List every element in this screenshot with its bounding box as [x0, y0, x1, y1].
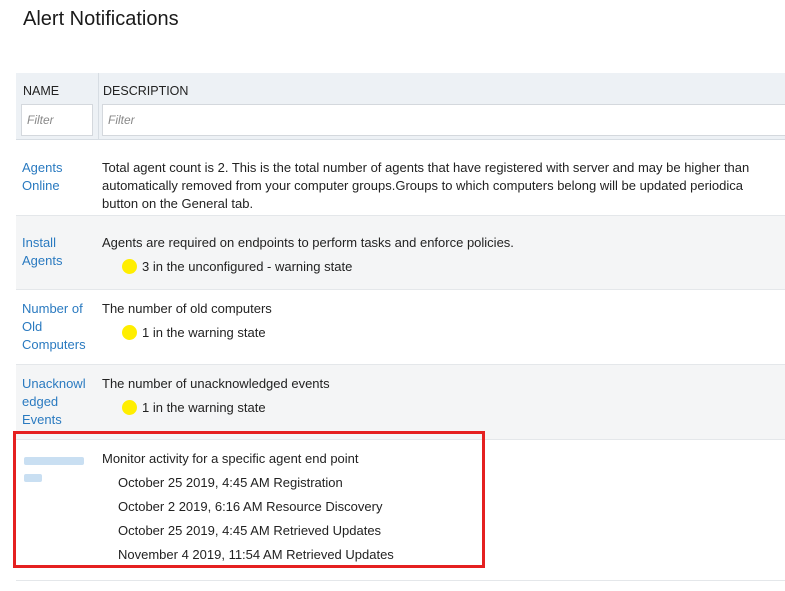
alert-description: The number of old computers 1 in the war… — [102, 300, 785, 350]
status-line: 1 in the warning state — [122, 399, 266, 417]
warning-status-icon — [122, 259, 137, 274]
alert-description: The number of unacknowledged events 1 in… — [102, 375, 785, 425]
alert-name-link[interactable]: Agents Online — [22, 159, 94, 195]
status-text: 1 in the warning state — [142, 400, 266, 415]
alert-name-link[interactable]: Install Agents — [22, 234, 94, 270]
table-row: Monitor activity for a specific agent en… — [16, 440, 785, 581]
alert-description: Total agent count is 2. This is the tota… — [102, 159, 785, 213]
table-row: Agents Online Total agent count is 2. Th… — [16, 140, 785, 216]
redacted-text-blur — [24, 457, 84, 465]
warning-status-icon — [122, 400, 137, 415]
name-line: edged — [22, 394, 59, 409]
description-line: button on the General tab. — [102, 196, 254, 211]
status-line: 1 in the warning state — [122, 324, 266, 342]
page-title: Alert Notifications — [23, 8, 179, 30]
description-text: The number of old computers — [102, 301, 272, 316]
description-text: The number of unacknowledged events — [102, 376, 330, 391]
description-text: Monitor activity for a specific agent en… — [102, 451, 359, 466]
redacted-agent-name-link[interactable] — [22, 454, 94, 484]
warning-status-icon — [122, 325, 137, 340]
column-header-description[interactable]: DESCRIPTION — [103, 84, 188, 98]
status-line: 3 in the unconfigured - warning state — [122, 258, 352, 276]
status-text: 3 in the unconfigured - warning state — [142, 259, 353, 274]
table-row: Unacknowl edged Events The number of una… — [16, 365, 785, 440]
column-header-name[interactable]: NAME — [23, 84, 59, 98]
alert-name-link[interactable]: Number of Old Computers — [22, 300, 94, 354]
description-line: Total agent count is 2. This is the tota… — [102, 160, 750, 175]
description-line: automatically removed from your computer… — [102, 178, 743, 193]
alert-description: Monitor activity for a specific agent en… — [102, 450, 785, 575]
status-text: 1 in the warning state — [142, 325, 266, 340]
description-text: Agents are required on endpoints to perf… — [102, 235, 514, 250]
alerts-table: NAME DESCRIPTION Agents Online Total age… — [16, 73, 785, 581]
event-entry: October 25 2019, 4:45 AM Retrieved Updat… — [118, 523, 382, 538]
alert-name-link[interactable]: Unacknowl edged Events — [22, 375, 94, 429]
name-filter-input[interactable] — [21, 104, 93, 136]
table-header: NAME DESCRIPTION — [16, 73, 785, 140]
redacted-text-blur — [24, 474, 42, 482]
event-entry: October 25 2019, 4:45 AM Registration — [118, 475, 343, 490]
name-line: Computers — [22, 337, 86, 352]
name-line: Old — [22, 319, 43, 334]
name-line: Events — [22, 412, 62, 427]
description-filter-input[interactable] — [102, 104, 785, 136]
name-line: Unacknowl — [22, 376, 86, 391]
event-entry: October 2 2019, 6:16 AM Resource Discove… — [118, 499, 383, 514]
name-line: Number of — [22, 301, 83, 316]
table-row: Number of Old Computers The number of ol… — [16, 290, 785, 365]
alert-description: Agents are required on endpoints to perf… — [102, 234, 785, 284]
event-entry: November 4 2019, 11:54 AM Retrieved Upda… — [118, 547, 394, 562]
column-divider — [98, 73, 99, 139]
table-row: Install Agents Agents are required on en… — [16, 216, 785, 290]
